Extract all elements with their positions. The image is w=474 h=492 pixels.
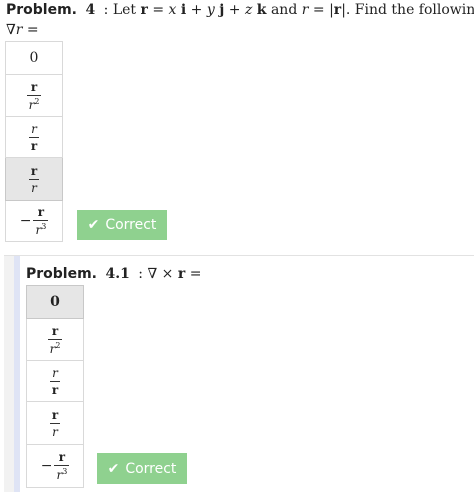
option-zero[interactable]: 0 <box>5 41 63 75</box>
answer-options-table-1: 0 r r2 rr rr − r r3 <box>5 41 63 242</box>
correct-feedback-button[interactable]: ✔ Correct <box>77 210 167 240</box>
option-zero-selected[interactable]: 0 <box>26 285 84 319</box>
problem-4-header: Problem. 4 : Let r = x i + y j + z k and… <box>6 2 474 18</box>
option-r-over-r-squared-2[interactable]: r r2 <box>26 318 84 361</box>
option-rvec-over-r-selected[interactable]: rr <box>5 157 63 201</box>
checkmark-icon: ✔ <box>87 217 100 233</box>
problem-statement-2: : ∇ × r = <box>138 266 202 282</box>
option-rvec-over-r-2[interactable]: rr <box>26 401 84 445</box>
correct-feedback-button-2[interactable]: ✔ Correct <box>97 453 187 484</box>
checkmark-icon: ✔ <box>107 460 120 477</box>
option-neg-r-over-r-cubed-2[interactable]: − r r3 <box>26 444 84 488</box>
problem-statement: : Let r = x i + y j + z k and r = |r|. F… <box>103 2 474 18</box>
problem-number: 4 <box>85 2 96 18</box>
grad-r-prompt: ∇r = <box>6 22 39 38</box>
problem-label-2: Problem. <box>26 266 98 282</box>
problem-label: Problem. <box>6 2 78 18</box>
problem-4-1-header: Problem. 4.1 : ∇ × r = <box>26 266 201 282</box>
problem-number-2: 4.1 <box>105 266 130 282</box>
option-r-over-r-squared[interactable]: r r2 <box>5 74 63 117</box>
answer-options-table-2: 0 r r2 rr rr − r r3 <box>26 285 84 488</box>
option-rvec-over-r-bold-denom[interactable]: rr <box>5 116 63 158</box>
option-rvec-over-r-bold-denom-2[interactable]: rr <box>26 360 84 402</box>
option-neg-r-over-r-cubed[interactable]: − r r3 <box>5 200 63 242</box>
